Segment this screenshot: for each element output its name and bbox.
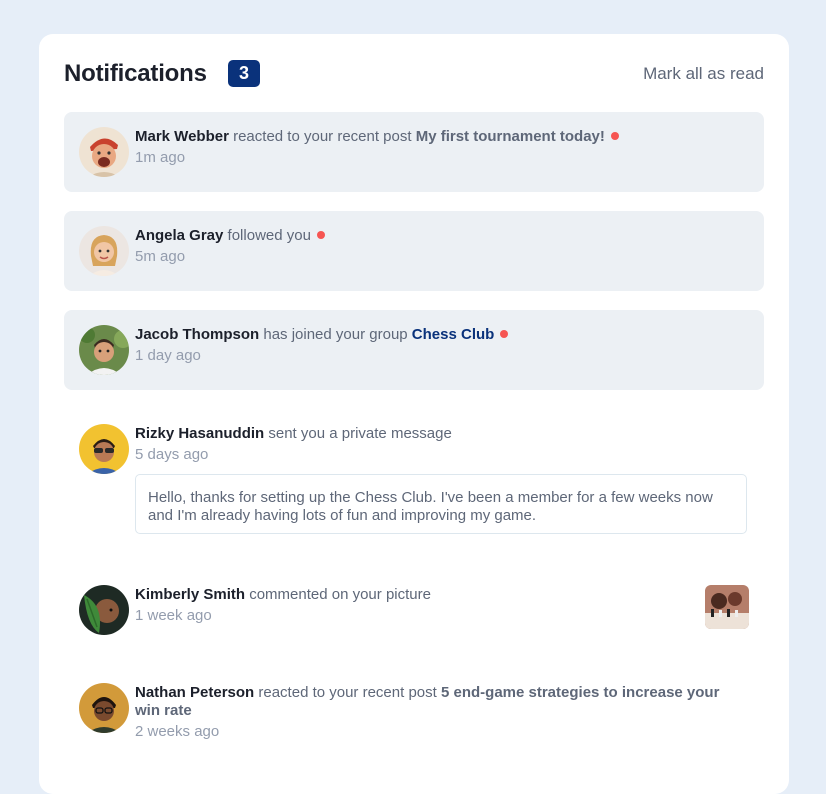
timestamp: 2 weeks ago [135, 723, 220, 740]
action-text: followed you [227, 227, 311, 244]
action-text: reacted to your recent post [233, 128, 412, 145]
user-name[interactable]: Nathan Peterson [135, 684, 254, 701]
avatar-mark-webber-icon [79, 127, 129, 177]
avatar-kimberly-smith-icon [79, 585, 129, 635]
unread-dot-icon [500, 330, 509, 339]
notification-text: Kimberly Smith commented on your picture [135, 586, 752, 604]
avatar[interactable] [79, 683, 129, 733]
action-text: commented on your picture [249, 586, 431, 603]
timestamp: 5m ago [135, 248, 186, 265]
notification-text: Mark Webber reacted to your recent post … [135, 128, 752, 146]
user-name[interactable]: Jacob Thompson [135, 326, 259, 343]
avatar-rizky-hasanuddin-icon [79, 424, 129, 474]
notification-item[interactable]: Kimberly Smith commented on your picture… [64, 570, 764, 640]
action-text: has joined your group [263, 326, 408, 343]
avatar-jacob-thompson-icon [79, 325, 129, 375]
commented-picture-thumbnail[interactable] [705, 585, 749, 629]
user-name[interactable]: Kimberly Smith [135, 586, 245, 603]
avatar[interactable] [79, 585, 129, 635]
user-name[interactable]: Mark Webber [135, 128, 229, 145]
group-link[interactable]: Chess Club [412, 326, 495, 343]
private-message-preview[interactable]: Hello, thanks for setting up the Chess C… [135, 474, 747, 534]
unread-dot-icon [610, 132, 619, 141]
mark-all-read-button[interactable]: Mark all as read [643, 64, 764, 84]
avatar[interactable] [79, 226, 129, 276]
user-name[interactable]: Rizky Hasanuddin [135, 425, 264, 442]
notification-text: Jacob Thompson has joined your group Che… [135, 326, 752, 344]
header: Notifications 3 Mark all as read [64, 58, 764, 90]
user-name[interactable]: Angela Gray [135, 227, 223, 244]
unread-dot-icon [316, 231, 325, 240]
page-title: Notifications [64, 60, 207, 87]
avatar[interactable] [79, 325, 129, 375]
avatar-nathan-peterson-icon [79, 683, 129, 733]
avatar[interactable] [79, 127, 129, 177]
notification-item[interactable]: Rizky Hasanuddin sent you a private mess… [64, 409, 764, 539]
avatar-angela-gray-icon [79, 226, 129, 276]
notification-text: Nathan Peterson reacted to your recent p… [135, 684, 748, 720]
timestamp: 1 day ago [135, 347, 201, 364]
action-text: reacted to your recent post [258, 684, 437, 701]
unread-count-badge: 3 [228, 60, 260, 87]
notification-item[interactable]: Nathan Peterson reacted to your recent p… [64, 668, 764, 758]
notification-item[interactable]: Mark Webber reacted to your recent post … [64, 112, 764, 192]
timestamp: 5 days ago [135, 446, 209, 463]
notification-item[interactable]: Jacob Thompson has joined your group Che… [64, 310, 764, 390]
timestamp: 1m ago [135, 149, 186, 166]
notifications-card: Notifications 3 Mark all as read Mark We… [39, 34, 789, 794]
notification-text: Rizky Hasanuddin sent you a private mess… [135, 425, 752, 443]
post-link[interactable]: My first tournament today! [416, 128, 605, 145]
avatar[interactable] [79, 424, 129, 474]
timestamp: 1 week ago [135, 607, 212, 624]
action-text: sent you a private message [268, 425, 452, 442]
chess-picture-icon [705, 585, 749, 629]
notification-item[interactable]: Angela Gray followed you 5m ago [64, 211, 764, 291]
notification-text: Angela Gray followed you [135, 227, 752, 245]
